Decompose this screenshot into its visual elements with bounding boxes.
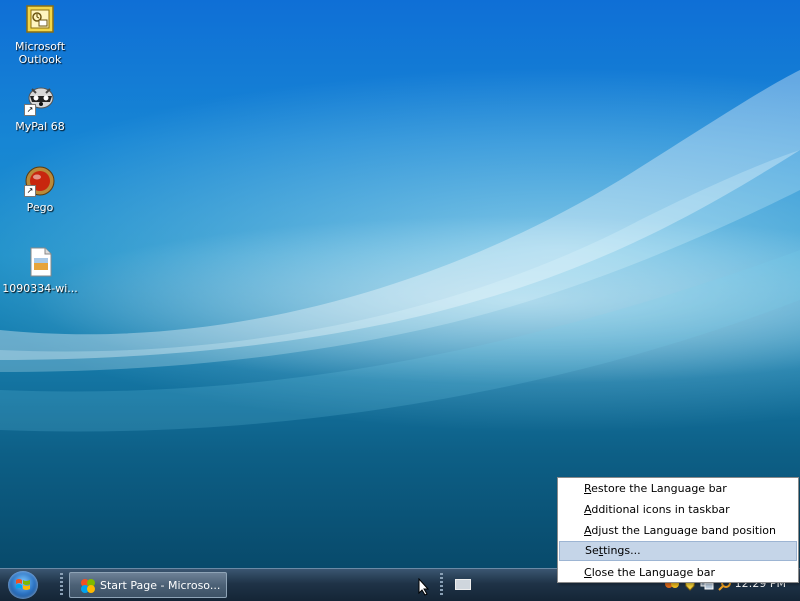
desktop-icon-label: MyPal 68 xyxy=(15,120,65,133)
language-bar-context-menu: Restore the Language bar Additional icon… xyxy=(557,477,799,583)
menu-item-settings[interactable]: Settings... xyxy=(559,541,797,561)
keyboard-icon[interactable] xyxy=(455,579,471,590)
desktop-icon-file-1090334[interactable]: 1090334-wi... xyxy=(2,246,78,295)
desktop-icon-mypal-68[interactable]: ↗ MyPal 68 xyxy=(2,84,78,133)
taskbar-grip[interactable] xyxy=(440,573,443,597)
outlook-icon xyxy=(24,4,56,36)
browser-icon xyxy=(81,579,95,593)
start-button[interactable] xyxy=(8,571,38,599)
desktop-icon-label: Microsoft xyxy=(14,40,66,53)
menu-item-additional-icons[interactable]: Additional icons in taskbar xyxy=(559,500,797,520)
shortcut-arrow-icon: ↗ xyxy=(24,185,36,197)
pego-icon: ↗ xyxy=(24,165,56,197)
menu-item-restore-language-bar[interactable]: Restore the Language bar xyxy=(559,479,797,499)
shortcut-arrow-icon: ↗ xyxy=(24,104,36,116)
desktop-icon-label: Pego xyxy=(26,201,54,214)
windows-logo-icon xyxy=(16,579,30,590)
menu-item-adjust-band-position[interactable]: Adjust the Language band position xyxy=(559,521,797,541)
desktop-icon-label-line2: Outlook xyxy=(18,53,62,66)
desktop-icon-microsoft-outlook[interactable]: Microsoft Outlook xyxy=(2,4,78,66)
image-file-icon xyxy=(24,246,56,278)
desktop-icon-label: 1090334-wi... xyxy=(2,282,78,295)
desktop-icon-pego[interactable]: ↗ Pego xyxy=(2,165,78,214)
menu-item-close-language-bar[interactable]: Close the Language bar xyxy=(559,563,797,583)
taskbar-grip[interactable] xyxy=(60,573,63,597)
taskbar-button-start-page[interactable]: Start Page - Microso... xyxy=(69,572,227,598)
mypal-icon: ↗ xyxy=(24,84,56,116)
mouse-cursor-icon xyxy=(418,578,430,596)
taskbar-button-label: Start Page - Microso... xyxy=(100,579,221,592)
